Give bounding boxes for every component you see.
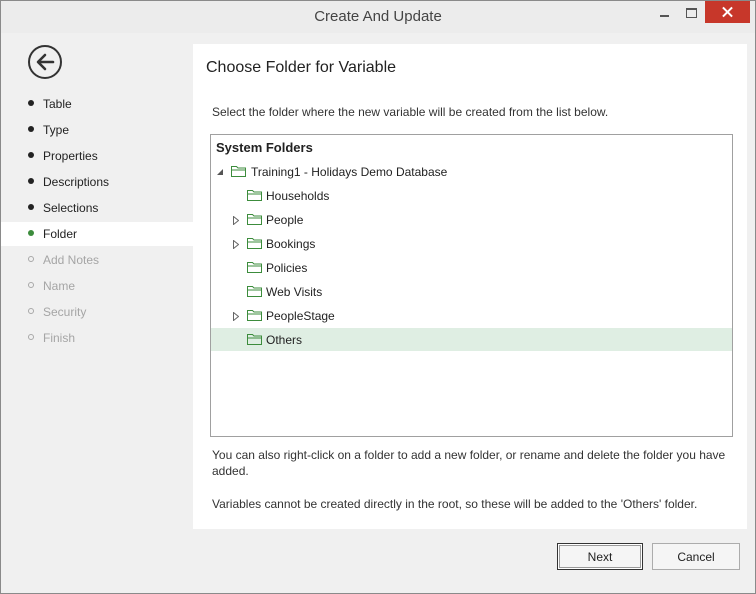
folder-icon	[231, 166, 246, 177]
sidebar-item-properties[interactable]: Properties	[1, 144, 193, 168]
tree-item-others[interactable]: Others	[211, 328, 732, 351]
sidebar-item-add-notes: Add Notes	[1, 248, 193, 272]
sidebar-item-security: Security	[1, 300, 193, 324]
folder-icon	[247, 310, 262, 321]
tree-item-web-visits[interactable]: Web Visits	[211, 280, 732, 303]
sidebar-item-label: Security	[43, 305, 87, 319]
sidebar-item-label: Type	[43, 123, 70, 137]
cancel-button[interactable]: Cancel	[652, 543, 740, 570]
step-pending-icon	[28, 256, 34, 262]
step-done-icon	[28, 100, 34, 106]
tree-item-label: People	[266, 213, 304, 227]
sidebar-item-label: Folder	[43, 227, 78, 241]
step-done-icon	[28, 178, 34, 184]
tree-item-people[interactable]: People	[211, 208, 732, 231]
tree-item-peoplestage[interactable]: PeopleStage	[211, 304, 732, 327]
tree-item-policies[interactable]: Policies	[211, 256, 732, 279]
expand-caret-icon[interactable]	[233, 216, 239, 225]
help-note-root: Variables cannot be created directly in …	[212, 497, 698, 511]
sidebar-item-name: Name	[1, 274, 193, 298]
expand-caret-icon[interactable]	[233, 240, 239, 249]
sidebar-item-selections[interactable]: Selections	[1, 196, 193, 220]
step-pending-icon	[28, 308, 34, 314]
maximize-button[interactable]	[678, 1, 704, 25]
help-note-rename: You can also right-click on a folder to …	[212, 448, 726, 478]
tree-item-label: Others	[266, 333, 303, 347]
main-panel: Choose Folder for Variable Select the fo…	[193, 44, 747, 529]
minimize-button[interactable]	[651, 1, 677, 25]
title-bar: Create And Update	[1, 1, 755, 33]
sidebar-item-label: Table	[43, 97, 72, 111]
window-title: Create And Update	[314, 8, 442, 25]
tree-item-label: Web Visits	[266, 285, 323, 299]
dialog-window: Create And Update Table Type Properties Des…	[0, 0, 756, 594]
sidebar-item-label: Add Notes	[43, 253, 100, 267]
expanded-caret-icon[interactable]	[216, 168, 224, 176]
next-button[interactable]: Next	[557, 543, 643, 570]
folder-icon	[247, 190, 262, 201]
tree-root-label: Training1 - Holidays Demo Database	[251, 165, 448, 179]
instruction-text: Select the folder where the new variable…	[212, 105, 609, 119]
tree-item-label: Policies	[266, 261, 308, 275]
step-pending-icon	[28, 334, 34, 340]
tree-item-label: Households	[266, 189, 330, 203]
tree-header: System Folders	[216, 140, 313, 155]
tree-item-households[interactable]: Households	[211, 184, 732, 207]
folder-icon	[247, 238, 262, 249]
step-pending-icon	[28, 282, 34, 288]
folder-icon	[247, 334, 262, 345]
tree-item-label: PeopleStage	[266, 309, 335, 323]
sidebar-item-label: Selections	[43, 201, 99, 215]
sidebar-item-label: Finish	[43, 331, 76, 345]
step-done-icon	[28, 204, 34, 210]
wizard-sidebar: Table Type Properties Descriptions Selection…	[1, 33, 193, 529]
step-done-icon	[28, 152, 34, 158]
dialog-footer: Next Cancel	[1, 529, 755, 593]
sidebar-item-label: Properties	[43, 149, 98, 163]
step-current-icon	[28, 230, 34, 236]
sidebar-item-folder[interactable]: Folder	[1, 222, 193, 246]
sidebar-item-finish: Finish	[1, 326, 193, 350]
step-done-icon	[28, 126, 34, 132]
arrow-left-icon	[36, 53, 55, 71]
sidebar-item-table[interactable]: Table	[1, 92, 193, 116]
folder-icon	[247, 214, 262, 225]
tree-item-label: Bookings	[266, 237, 316, 251]
sidebar-item-label: Descriptions	[43, 175, 110, 189]
folder-tree[interactable]: System Folders Training1 - Holidays Demo…	[210, 134, 733, 437]
tree-item-bookings[interactable]: Bookings	[211, 232, 732, 255]
folder-icon	[247, 286, 262, 297]
folder-icon	[247, 262, 262, 273]
sidebar-item-label: Name	[43, 279, 76, 293]
sidebar-item-descriptions[interactable]: Descriptions	[1, 170, 193, 194]
sidebar-item-type[interactable]: Type	[1, 118, 193, 142]
close-button[interactable]	[705, 1, 750, 23]
page-title: Choose Folder for Variable	[206, 59, 397, 76]
tree-root[interactable]: Training1 - Holidays Demo Database	[211, 160, 732, 183]
expand-caret-icon[interactable]	[233, 312, 239, 321]
back-button[interactable]	[28, 45, 62, 79]
